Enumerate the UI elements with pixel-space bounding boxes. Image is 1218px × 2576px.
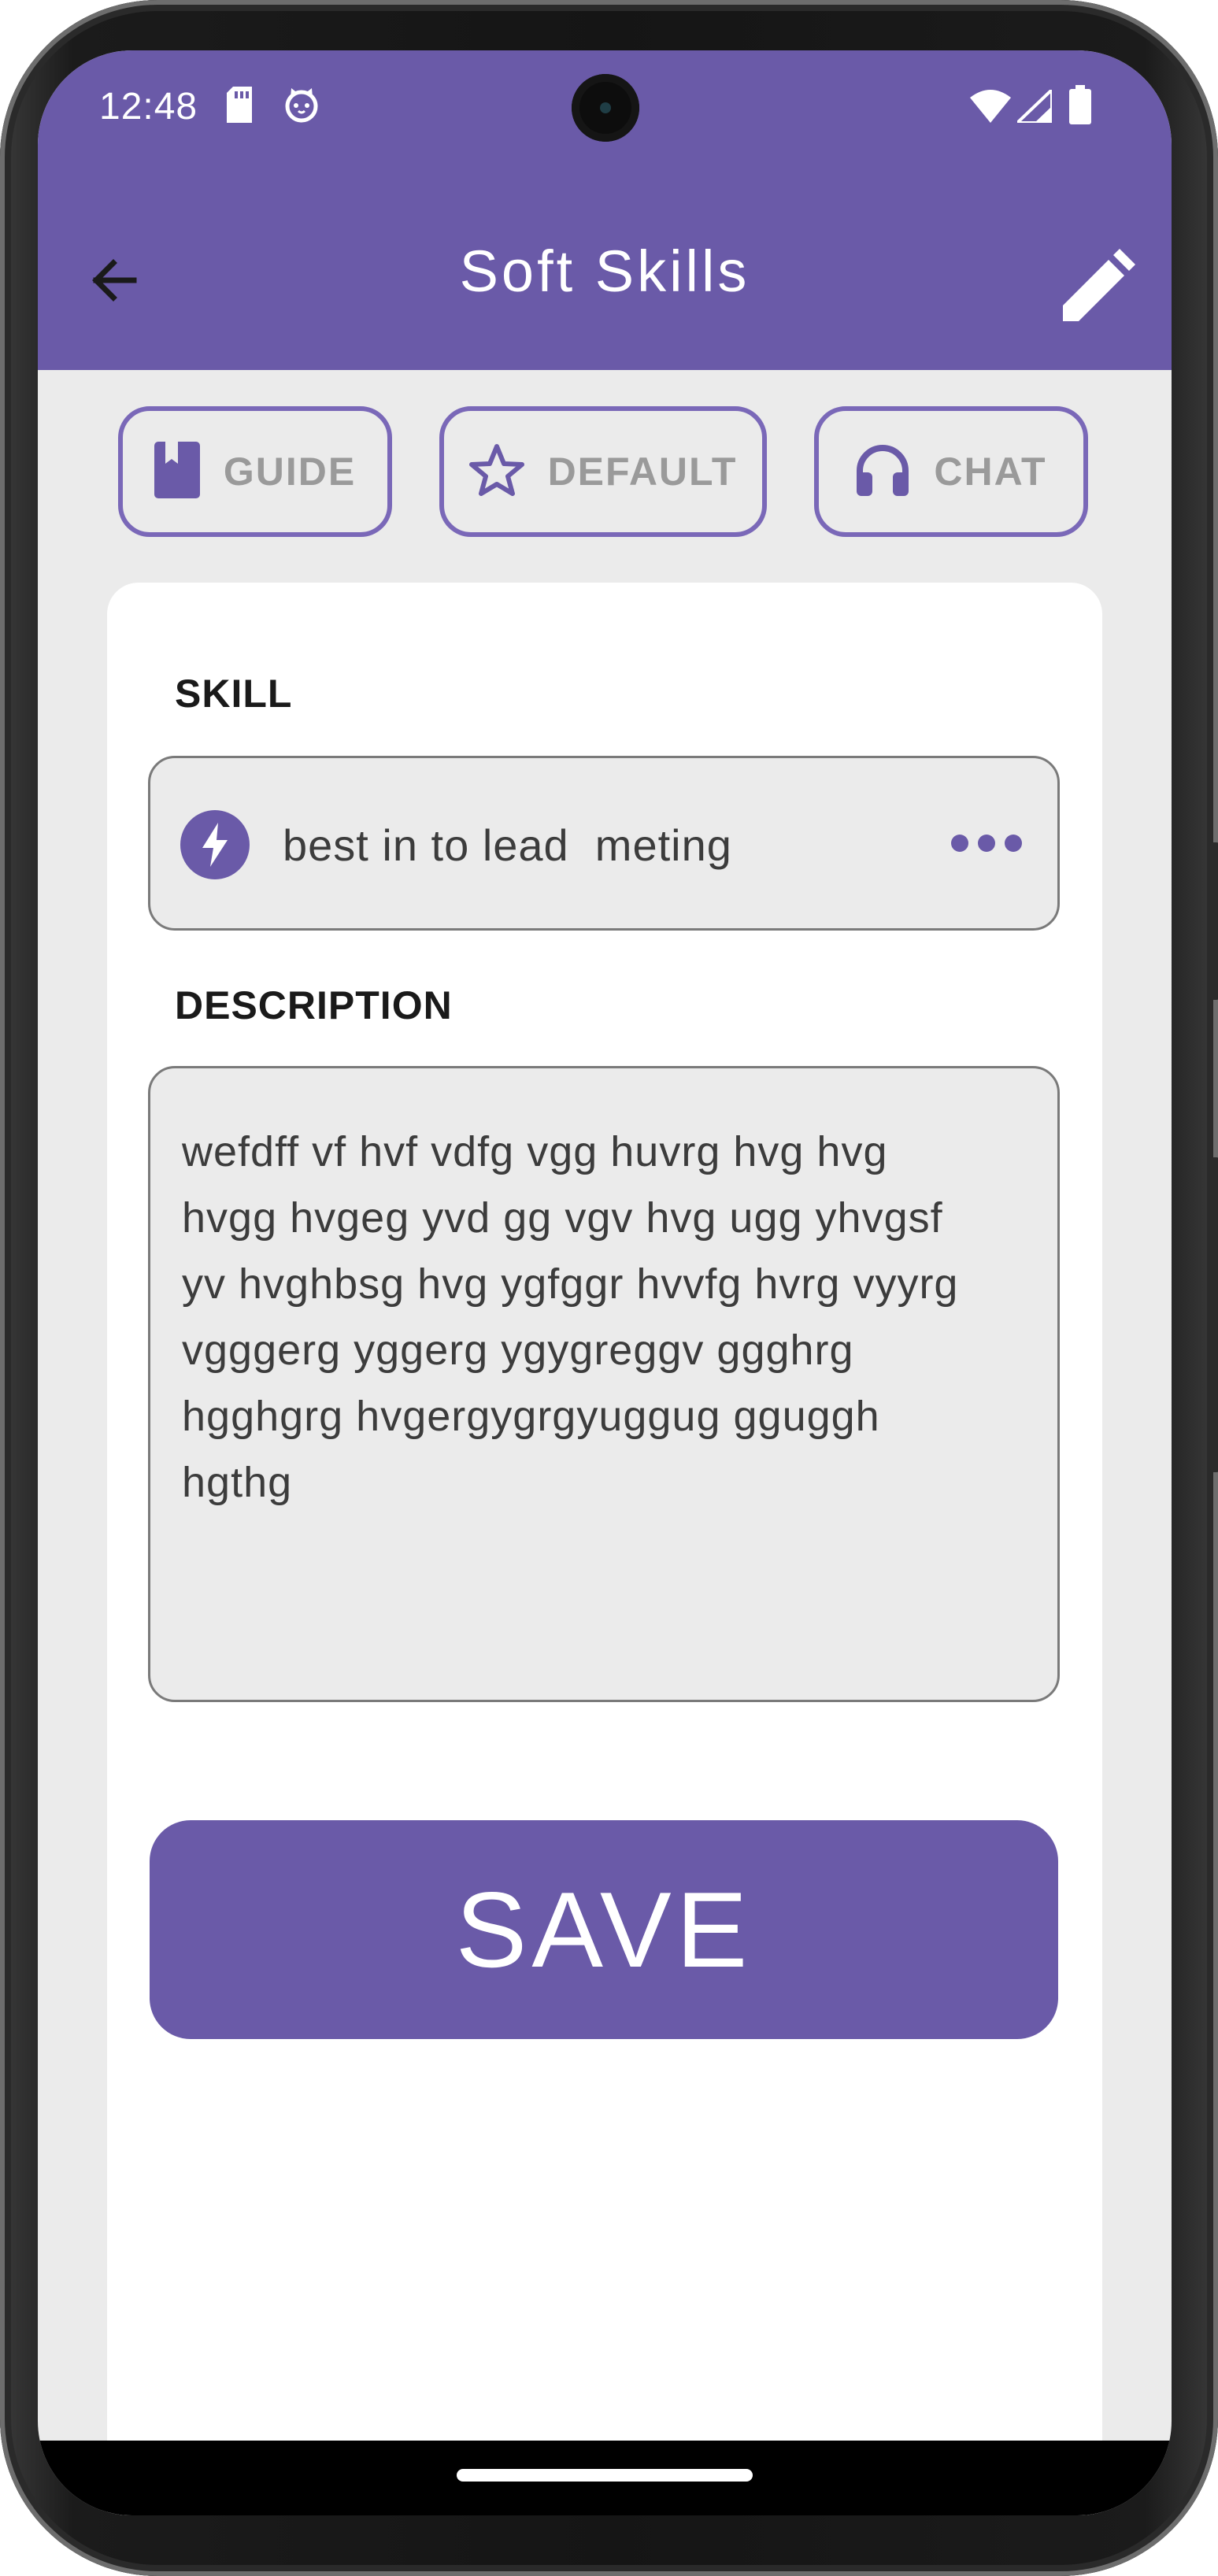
description-label: DESCRIPTION — [175, 983, 453, 1027]
guide-chip[interactable]: GUIDE — [118, 406, 392, 537]
battery-icon — [1069, 85, 1091, 128]
front-camera — [572, 74, 639, 142]
skill-input-value[interactable]: best in to lead meting — [283, 820, 732, 871]
app-bar: Soft Skills — [38, 168, 1172, 370]
navigation-bar — [38, 2441, 1172, 2515]
default-chip[interactable]: DEFAULT — [439, 406, 767, 537]
more-horizontal-icon[interactable] — [950, 827, 1023, 859]
description-field[interactable]: wefdff vf hvf vdfg vgg huvrg hvg hvg hvg… — [148, 1066, 1060, 1702]
status-time: 12:48 — [99, 86, 198, 128]
skill-label: SKILL — [175, 672, 293, 716]
cat-face-icon — [283, 87, 320, 127]
skill-field[interactable]: best in to lead meting — [148, 756, 1060, 931]
wifi-icon — [970, 90, 1011, 127]
default-chip-label: DEFAULT — [547, 450, 738, 494]
screen: 12:48 Soft Skills GUIDE DEFAULT CHAT SKI… — [38, 50, 1172, 2515]
star-outline-icon — [468, 443, 524, 501]
save-button[interactable]: SAVE — [150, 1820, 1058, 2039]
description-input-value[interactable]: wefdff vf hvf vdfg vgg huvrg hvg hvg hvg… — [182, 1119, 1032, 1516]
chat-chip[interactable]: CHAT — [814, 406, 1088, 537]
home-gesture-handle[interactable] — [457, 2469, 753, 2482]
headphones-icon — [855, 444, 910, 500]
sd-card-icon — [225, 87, 254, 127]
book-icon — [154, 441, 200, 502]
volume-button — [1210, 842, 1218, 1000]
guide-chip-label: GUIDE — [223, 450, 357, 494]
phone-frame: 12:48 Soft Skills GUIDE DEFAULT CHAT SKI… — [0, 0, 1218, 2576]
cell-signal-icon — [1013, 86, 1053, 127]
page-title: Soft Skills — [459, 239, 750, 304]
chat-chip-label: CHAT — [934, 450, 1047, 494]
pencil-icon[interactable] — [1057, 249, 1135, 328]
bolt-icon — [180, 810, 250, 879]
status-bar: 12:48 — [38, 50, 1172, 168]
power-button — [1210, 1157, 1218, 1472]
